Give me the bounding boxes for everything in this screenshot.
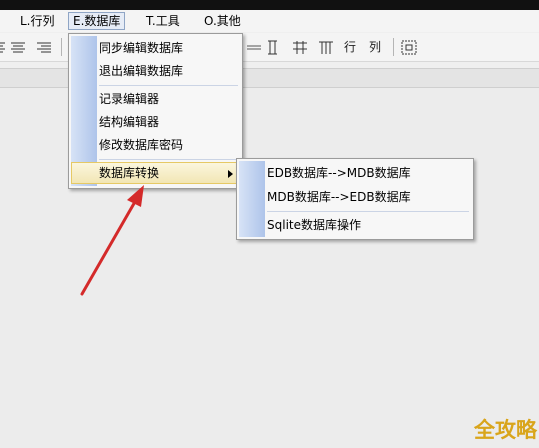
row-line-icon[interactable] [246,37,262,57]
menu-item-change-db-password[interactable]: 修改数据库密码 [71,134,240,156]
database-menu: 同步编辑数据库 退出编辑数据库 记录编辑器 结构编辑器 修改数据库密码 数据库转… [68,33,243,189]
menu-item-db-convert[interactable]: 数据库转换 [71,162,240,184]
convert-submenu: EDB数据库-->MDB数据库 MDB数据库-->EDB数据库 Sqlite数据… [236,158,474,240]
menu-separator [267,211,469,212]
align-center-icon[interactable] [10,37,26,57]
menu-item-mdb-to-edb[interactable]: MDB数据库-->EDB数据库 [239,186,471,208]
menu-separator [99,85,238,86]
menu-item-structure-editor[interactable]: 结构编辑器 [71,111,240,133]
menu-separator [99,159,238,160]
align-left-icon[interactable] [0,37,6,57]
menu-item-edb-to-mdb[interactable]: EDB数据库-->MDB数据库 [239,162,471,184]
column-line-icon[interactable] [266,37,280,57]
window-top-edge [0,0,539,10]
merge-cells-icon[interactable] [400,37,418,57]
menu-database[interactable]: E.数据库 [68,12,126,30]
insert-column-icon[interactable] [292,37,308,57]
menu-item-record-editor[interactable]: 记录编辑器 [71,88,240,110]
toolbar-column-label[interactable]: 列 [368,37,382,57]
menu-rows-cols[interactable]: L.行列 [16,12,59,30]
menu-bar: L.行列 E.数据库 T.工具 O.其他 [0,10,539,32]
submenu-arrow-icon [228,170,233,178]
menu-item-db-convert-label: 数据库转换 [99,166,160,180]
watermark-logo: 全攻略 [474,418,537,442]
menu-tools[interactable]: T.工具 [142,12,184,30]
menu-item-exit-edit-db[interactable]: 退出编辑数据库 [71,60,240,82]
toolbar-separator [393,38,394,56]
menu-item-sync-edit-db[interactable]: 同步编辑数据库 [71,37,240,59]
toolbar-row-label[interactable]: 行 [343,37,357,57]
menu-other[interactable]: O.其他 [200,12,245,30]
toolbar-separator [61,38,62,56]
table-grid-icon[interactable] [318,37,334,57]
menu-item-sqlite-operations[interactable]: Sqlite数据库操作 [239,214,471,236]
align-right-icon[interactable] [36,37,52,57]
